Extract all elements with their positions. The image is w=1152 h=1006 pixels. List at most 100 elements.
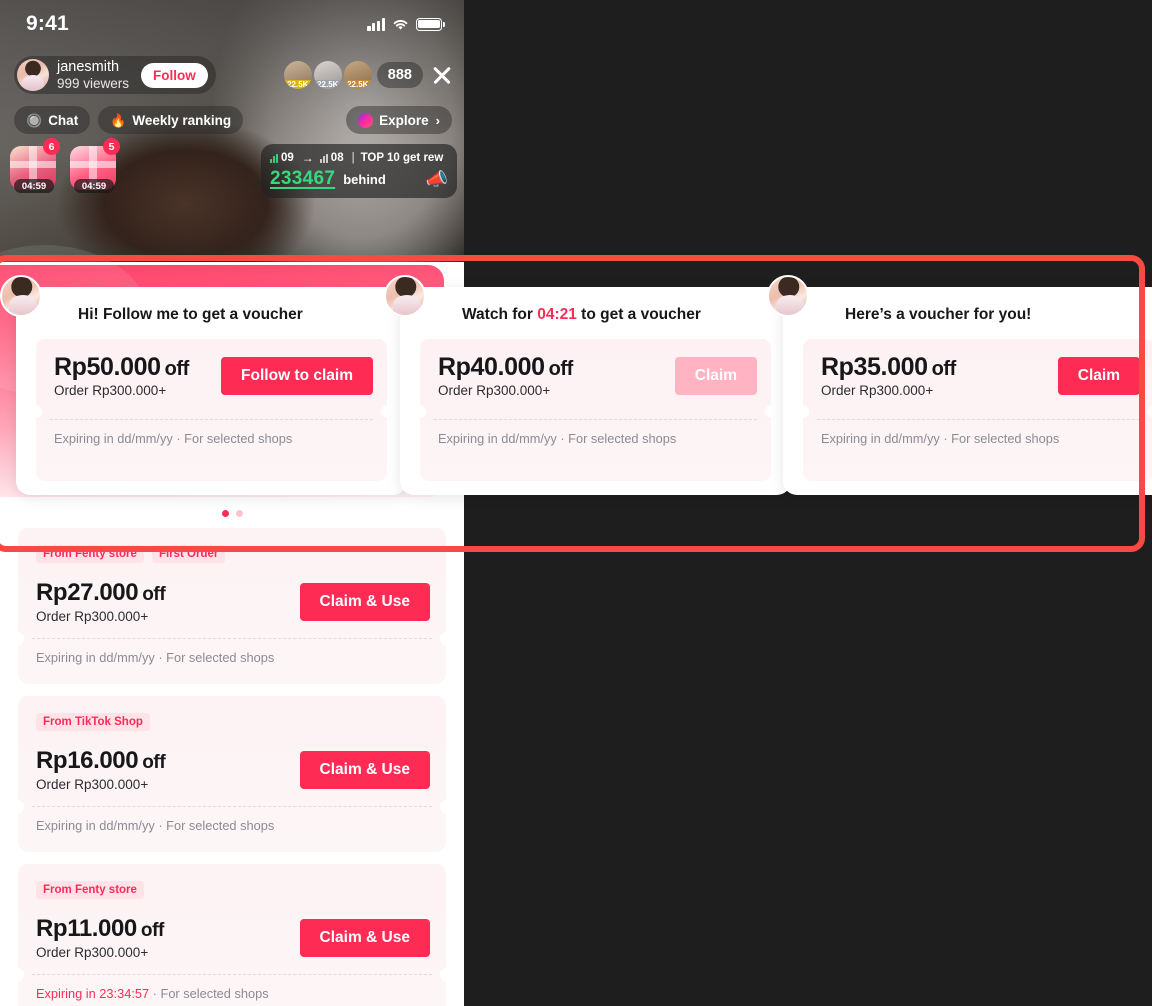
weekly-ranking-chip[interactable]: 🔥 Weekly ranking [98,106,244,134]
rank-score-line: 233467 behind 📣 [270,168,448,190]
current-rank: 09 [281,152,294,164]
voucher-ticket: Rp35.000 off Order Rp300.000+ Claim Expir… [796,339,1152,481]
gift-tray: 04:59 6 04:59 5 [10,138,120,193]
voucher-amount-value: Rp50.000 [54,352,161,381]
ticket-notch-right [440,632,453,645]
gift-badge-count: 6 [43,138,60,155]
voucher-amount-block: Rp27.000 off Order Rp300.000+ [36,579,166,624]
ticket-notch-left [11,632,24,645]
watch-timer: 04:21 [537,306,577,323]
live-header: janesmith 999 viewers Follow 22.5K 22.5K… [14,56,452,94]
top-viewers-list[interactable]: 22.5K 22.5K 22.5K [283,61,372,89]
carousel-card-header: Hi! Follow me to get a voucher [0,275,407,343]
carousel-card[interactable]: Hi! Follow me to get a voucher Rp50.000 o… [0,275,407,495]
explore-label: Explore [379,112,429,128]
voucher-body: Rp16.000 off Order Rp300.000+ Claim & Use [18,731,446,803]
claim-and-use-button[interactable]: Claim & Use [299,919,430,957]
rank-bars-current-icon [270,153,278,163]
voucher-amount-value: Rp11.000 [36,915,137,943]
voucher-list-item[interactable]: From Fenty store Rp11.000 off Order Rp300… [11,864,453,1006]
megaphone-emoji-icon: 📣 [425,168,448,189]
voucher-off-label: off [140,920,164,942]
voucher-off-label: off [142,584,166,606]
rank-bars-target-icon [319,153,328,163]
claim-button-disabled[interactable]: Claim [674,357,757,395]
claim-button[interactable]: Claim [1057,357,1140,395]
voucher-amount-value: Rp35.000 [821,352,928,381]
close-icon[interactable] [432,65,452,85]
follow-to-claim-button[interactable]: Follow to claim [221,357,373,395]
live-chips-row: 🔘 Chat 🔥 Weekly ranking Explore › [14,106,452,134]
weekly-ranking-label: Weekly ranking [132,112,232,128]
expiry-value: Expiring in dd/mm/yy [36,818,155,833]
voucher-list-item[interactable]: From TikTok Shop Rp16.000 off Order Rp300… [11,696,453,852]
expiry-rest: · For selected shops [149,986,269,1001]
expiry-value: Expiring in dd/mm/yy [36,650,155,665]
voucher-amount-block: Rp40.000 off Order Rp300.000+ [438,354,573,399]
carousel-pagination[interactable] [0,510,464,517]
rank-progress-widget[interactable]: 09 → 08 | TOP 10 get rew 233467 behind 📣 [261,144,457,198]
carousel-card-header: Here’s a voucher for you! [767,275,1152,343]
voucher-amount: Rp27.000 off [36,579,166,607]
fire-emoji-icon: 🔥 [110,112,127,128]
rank-score: 233467 [270,168,336,189]
carousel-card[interactable]: Watch for 04:21 to get a voucher Rp40.00… [384,275,791,495]
gift-item[interactable]: 04:59 5 [70,138,120,193]
avatar [767,275,809,317]
voucher-min-order: Order Rp300.000+ [36,608,149,624]
title-text: Here’s a voucher for you! [845,306,1032,323]
follow-button[interactable]: Follow [141,62,208,88]
chat-chip-label: Chat [48,112,79,128]
ticket-divider [50,419,373,420]
ticket-notch-left [11,800,24,813]
chevron-right-icon: › [435,112,440,128]
rank-reward-text: TOP 10 get rew [360,152,444,164]
pagination-dot[interactable] [235,510,243,517]
voucher-ticket-body: Rp40.000 off Order Rp300.000+ Claim [420,339,771,413]
battery-icon [416,17,445,31]
voucher-cta-wrap: Claim & Use [299,583,430,621]
wifi-icon [393,19,408,30]
voucher-source-tag: From Fenty store [36,545,144,563]
voucher-list-item[interactable]: From Fenty store First Order Rp27.000 off… [11,528,453,684]
voucher-cta-wrap: Claim [1057,357,1140,395]
top-viewer-score: 22.5K [313,79,342,89]
status-bar: 9:41 [0,0,464,48]
voucher-off-label: off [931,357,957,380]
voucher-amount: Rp11.000 off [36,916,164,941]
chat-chip[interactable]: 🔘 Chat [14,106,91,134]
voucher-min-order: Order Rp300.000+ [36,776,149,792]
title-text: Hi! Follow me to get a voucher [78,306,303,323]
pagination-dot-active[interactable] [221,510,229,517]
ticket-divider [32,974,432,975]
ticket-divider [32,806,432,807]
voucher-amount-value: Rp40.000 [438,352,545,381]
voucher-amount-block: Rp35.000 off Order Rp300.000+ [821,354,956,399]
voucher-source-tag: From TikTok Shop [36,713,150,731]
voucher-expiry-text: Expiring in dd/mm/yy · For selected shop… [821,431,1060,446]
voucher-amount-block: Rp50.000 off Order Rp300.000+ [54,354,189,399]
voucher-expiry-text: Expiring in dd/mm/yy · For selected shop… [36,818,274,833]
target-rank: 08 [330,152,344,164]
total-viewer-count[interactable]: 888 [376,62,423,88]
explore-orb-icon [358,112,374,128]
rank-progress-line: 09 → 08 | TOP 10 get rew [270,151,448,165]
top-viewer-avatar[interactable]: 22.5K [313,61,342,89]
host-info-pill[interactable]: janesmith 999 viewers Follow [14,56,216,94]
gift-timer: 04:59 [74,179,114,193]
voucher-amount-value: Rp27.000 [36,579,139,607]
claim-and-use-button[interactable]: Claim & Use [299,751,430,789]
top-viewer-avatar[interactable]: 22.5K [283,61,312,89]
voucher-min-order: Order Rp300.000+ [438,383,551,399]
carousel-card-title: Watch for 04:21 to get a voucher [462,306,701,324]
top-viewer-avatar[interactable]: 22.5K [343,61,372,89]
ticket-divider [434,419,757,420]
rank-separator: | [351,152,355,164]
carousel-card-header: Watch for 04:21 to get a voucher [384,275,791,343]
explore-chip[interactable]: Explore › [346,106,452,134]
carousel-card[interactable]: Here’s a voucher for you! Rp35.000 off Or… [767,275,1152,495]
claim-and-use-button[interactable]: Claim & Use [299,583,430,621]
avatar [17,59,49,91]
voucher-expiry-text: Expiring in 23:34:57 · For selected shop… [36,986,269,1001]
gift-item[interactable]: 04:59 6 [10,138,60,193]
